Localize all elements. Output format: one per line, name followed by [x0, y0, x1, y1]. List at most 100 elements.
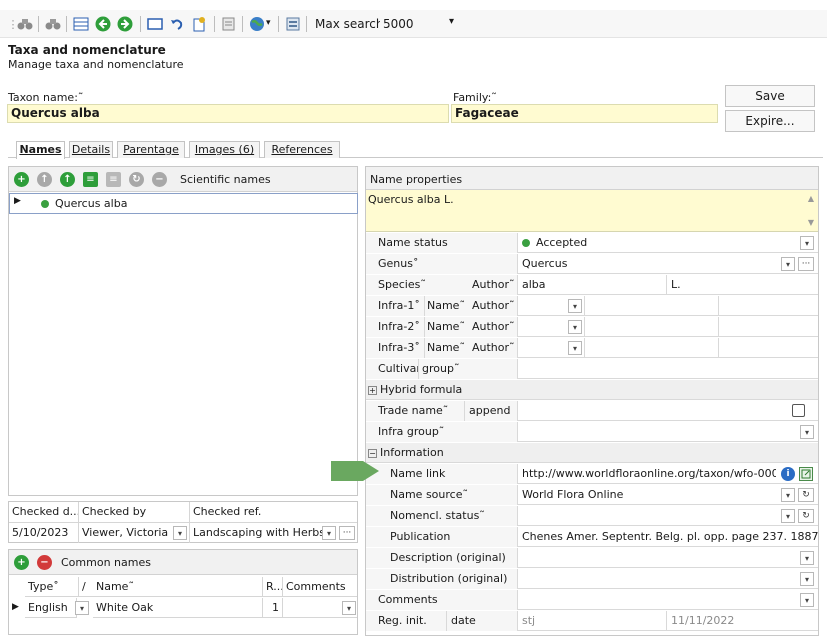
chevron-down-icon[interactable]: ▾ [568, 320, 582, 334]
binoculars-icon[interactable] [16, 15, 34, 33]
checked-ref-value[interactable]: Landscaping with Herbs.... [190, 523, 323, 543]
chevron-down-icon[interactable]: ▾ [800, 425, 814, 439]
collapse-icon[interactable]: − [368, 449, 377, 458]
refresh-icon[interactable]: ↻ [798, 509, 814, 523]
tab-names[interactable]: Names [16, 141, 65, 159]
tab-parentage[interactable]: Parentage [117, 141, 185, 158]
chevron-down-icon: ▾ [448, 16, 454, 27]
window-icon[interactable] [146, 15, 164, 33]
chevron-down-icon[interactable]: ▾ [322, 526, 336, 540]
append-checkbox[interactable] [792, 404, 805, 417]
add-icon[interactable]: + [14, 555, 29, 570]
taxon-name-field[interactable]: Quercus alba [7, 104, 449, 123]
binoculars-alt-icon[interactable] [44, 15, 62, 33]
family-field[interactable]: Fagaceae [451, 104, 718, 123]
cultivar-row: Cultivar˜ group˜ [366, 359, 818, 379]
save-button[interactable]: Save [725, 85, 815, 107]
description-value[interactable] [518, 548, 788, 568]
new-doc-icon[interactable] [190, 15, 208, 33]
refresh-icon[interactable]: ↻ [129, 172, 144, 187]
tab-details[interactable]: Details [69, 141, 113, 158]
globe-icon[interactable] [248, 15, 266, 33]
name-source-value[interactable]: World Flora Online [518, 485, 768, 505]
chevron-down-icon[interactable]: ▾ [568, 299, 582, 313]
common-name-value[interactable]: White Oak [93, 598, 263, 618]
infra-1-author-label: Author˜ [466, 296, 517, 316]
nomencl-status-value[interactable] [518, 506, 768, 526]
remove-icon[interactable]: − [152, 172, 167, 187]
remove-icon[interactable]: − [37, 555, 52, 570]
row-pointer-icon: ▶ [14, 196, 21, 206]
hybrid-formula-row[interactable]: + Hybrid formula [366, 380, 818, 400]
chevron-down-icon[interactable]: ▾ [781, 509, 795, 523]
column-header-name[interactable]: Name˜ [93, 577, 263, 597]
add-icon[interactable]: + [14, 172, 29, 187]
list-item[interactable]: ▶ Quercus alba [9, 193, 358, 214]
checked-ref-header: Checked ref. [190, 502, 357, 523]
scroll-down-icon[interactable]: ▼ [808, 218, 814, 227]
chevron-down-icon[interactable]: ▾ [781, 488, 795, 502]
chevron-down-icon[interactable]: ▾ [173, 526, 187, 540]
chevron-down-icon[interactable]: ▾ [781, 257, 795, 271]
group-label: group˜ [418, 359, 517, 379]
info-icon[interactable]: i [781, 467, 795, 481]
back-arrow-icon[interactable] [94, 15, 112, 33]
infra-2-name-label: Name˜ [424, 317, 466, 337]
expand-icon[interactable]: + [368, 386, 377, 395]
grid-icon[interactable] [72, 15, 90, 33]
chevron-down-icon[interactable]: ▾ [342, 601, 356, 615]
undo-icon[interactable] [168, 15, 186, 33]
checked-date-header: Checked d... [9, 502, 79, 523]
cultivar-value[interactable] [518, 359, 818, 379]
report-icon[interactable] [220, 15, 238, 33]
chevron-down-icon[interactable]: ▾ [266, 18, 271, 28]
chevron-down-icon[interactable]: ▾ [800, 593, 814, 607]
genus-value[interactable]: Quercus [518, 254, 778, 274]
chevron-down-icon[interactable]: ▾ [800, 551, 814, 565]
comments-value[interactable] [518, 590, 788, 610]
name-link-value[interactable]: http://www.worldfloraonline.org/taxon/wf… [518, 464, 776, 484]
list-alt-icon[interactable]: ≡ [106, 172, 121, 187]
infra-group-value[interactable] [518, 422, 788, 442]
chevron-down-icon[interactable]: ▾ [800, 572, 814, 586]
name-status-value[interactable]: Accepted [532, 233, 792, 253]
scroll-up-icon[interactable]: ▲ [808, 194, 814, 203]
chevron-down-icon[interactable]: ▾ [568, 341, 582, 355]
ellipsis-button[interactable]: ··· [798, 257, 814, 271]
column-header-comments[interactable]: Comments [283, 577, 357, 597]
species-value[interactable]: alba [518, 275, 666, 295]
comments-label: Comments [366, 590, 517, 610]
checked-date-value[interactable]: 5/10/2023 [9, 523, 79, 543]
author-value[interactable]: L. [667, 275, 817, 295]
common-type-value[interactable]: English [25, 598, 77, 618]
common-rank-value[interactable]: 1 [263, 598, 283, 618]
export-icon[interactable] [284, 15, 302, 33]
publication-value[interactable]: Chenes Amer. Septentr. Belg. pl. opp. pa… [518, 527, 818, 547]
open-link-icon[interactable] [799, 467, 813, 481]
refresh-icon[interactable]: ↻ [798, 488, 814, 502]
information-row[interactable]: − Information [366, 443, 818, 463]
column-header-type[interactable]: Type˚ [25, 577, 79, 597]
column-header-rank[interactable]: R... [263, 577, 283, 597]
list-icon[interactable]: ≡ [83, 172, 98, 187]
checked-grid: Checked d... Checked by Checked ref. 5/1… [8, 501, 358, 543]
distribution-value[interactable] [518, 569, 788, 589]
publication-label: Publication [366, 527, 517, 547]
forward-arrow-icon[interactable] [116, 15, 134, 33]
ellipsis-button[interactable]: ··· [339, 526, 355, 540]
trade-name-value[interactable] [518, 401, 768, 421]
column-sort-indicator: / [79, 577, 93, 597]
tab-references[interactable]: References [264, 141, 340, 158]
up-arrow-icon[interactable]: ↑ [37, 172, 52, 187]
arrow-up-icon[interactable]: ↑ [60, 172, 75, 187]
reg-date-value: 11/11/2022 [671, 614, 735, 627]
max-search-combo[interactable]: 5000 ▾ [380, 15, 458, 34]
full-name-field[interactable]: Quercus alba L. ▲ ▼ [366, 190, 818, 232]
chevron-down-icon[interactable]: ▾ [75, 601, 89, 615]
tab-images[interactable]: Images (6) [189, 141, 260, 158]
row-pointer-icon: ▶ [12, 602, 19, 612]
chevron-down-icon[interactable]: ▾ [800, 236, 814, 250]
description-row: Description (original) ▾ [366, 548, 818, 568]
genus-row: Genus˚ Quercus ▾ ··· [366, 254, 818, 274]
expire-button[interactable]: Expire... [725, 110, 815, 132]
